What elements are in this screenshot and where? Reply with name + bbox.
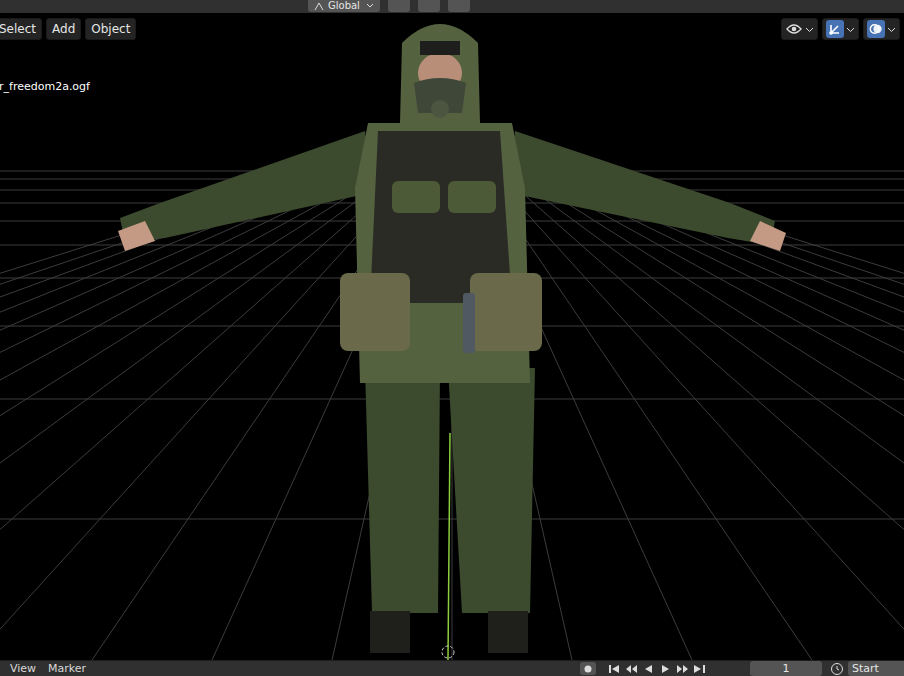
snap-icon[interactable] bbox=[418, 0, 440, 12]
prev-key-icon[interactable] bbox=[625, 662, 638, 675]
gizmos-icon[interactable] bbox=[826, 20, 844, 38]
playback-controls bbox=[580, 662, 706, 675]
object-name-overlay: r_freedom2a.ogf bbox=[0, 79, 90, 96]
clock-icon bbox=[830, 662, 844, 676]
header-menu-button[interactable]: Object bbox=[85, 18, 136, 40]
pivot-icon[interactable] bbox=[388, 0, 410, 12]
viewport-header: SelectAddObject bbox=[0, 17, 904, 41]
chevron-icon bbox=[366, 0, 374, 12]
chevron-icon[interactable] bbox=[805, 17, 814, 41]
visibility-icon[interactable] bbox=[785, 20, 803, 38]
proportional-icon[interactable] bbox=[448, 0, 470, 12]
orientation-dropdown[interactable]: Global bbox=[308, 0, 380, 12]
overlays-toggle[interactable] bbox=[863, 18, 900, 40]
start-frame-field[interactable]: Start bbox=[830, 661, 904, 676]
chevron-icon[interactable] bbox=[846, 17, 855, 41]
jump-end-icon[interactable] bbox=[693, 662, 706, 675]
timeline-menu[interactable]: Marker bbox=[42, 661, 92, 676]
origin-marker bbox=[442, 646, 454, 658]
timeline-menu[interactable]: View bbox=[4, 661, 42, 676]
overlays-icon[interactable] bbox=[867, 20, 885, 38]
viewport-canvas[interactable] bbox=[0, 13, 904, 660]
blender-window: Global SelectAddObject r_freedom2a.ogf V… bbox=[0, 0, 904, 676]
play-icon[interactable] bbox=[659, 662, 672, 675]
record-icon[interactable] bbox=[580, 662, 596, 675]
header-menu-button[interactable]: Add bbox=[46, 18, 81, 40]
character-model[interactable] bbox=[118, 24, 786, 653]
z-axis-line bbox=[448, 433, 450, 660]
header-menu-button[interactable]: Select bbox=[0, 18, 42, 40]
chevron-icon[interactable] bbox=[887, 17, 896, 41]
top-toolbar: Global bbox=[0, 0, 904, 13]
jump-start-icon[interactable] bbox=[608, 662, 621, 675]
orientation-label: Global bbox=[328, 0, 360, 12]
orientation-icon bbox=[314, 2, 324, 11]
current-frame-field[interactable]: 1 bbox=[750, 661, 822, 676]
visibility-toggle[interactable] bbox=[781, 18, 818, 40]
next-key-icon[interactable] bbox=[676, 662, 689, 675]
3d-viewport[interactable]: SelectAddObject r_freedom2a.ogf bbox=[0, 13, 904, 660]
play-reverse-icon[interactable] bbox=[642, 662, 655, 675]
gizmos-toggle[interactable] bbox=[822, 18, 859, 40]
timeline-header: ViewMarker 1 Start bbox=[0, 660, 904, 676]
